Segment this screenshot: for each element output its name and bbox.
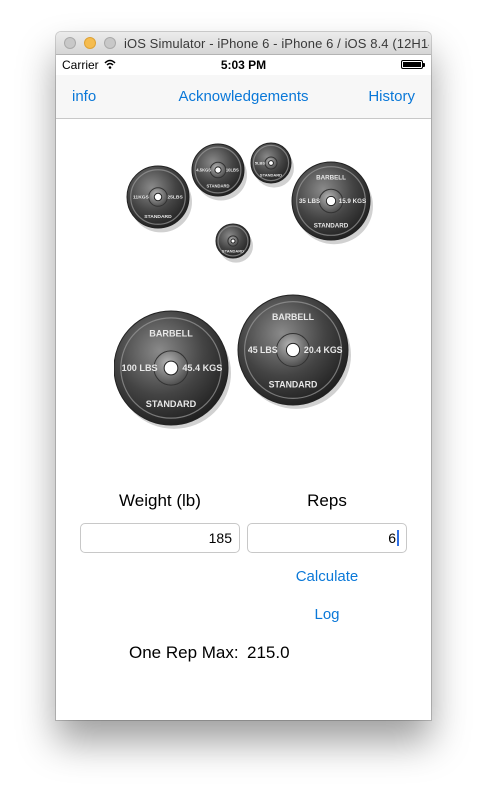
reps-input-value: 6	[388, 530, 396, 546]
svg-text:10LBS: 10LBS	[226, 167, 239, 172]
weight-plates-image: 11KGS 25LBS STANDARD 4.5KGS 10LBS STANDARD 5LB…	[113, 119, 380, 475]
svg-text:STANDARD: STANDARD	[269, 379, 318, 389]
close-window-button[interactable]	[64, 37, 76, 49]
log-button[interactable]: Log	[247, 606, 407, 623]
navigation-bar: info Acknowledgements History	[56, 75, 431, 119]
calculate-button[interactable]: Calculate	[247, 568, 407, 585]
svg-text:STANDARD: STANDARD	[146, 399, 197, 409]
text-cursor	[397, 530, 399, 546]
history-button[interactable]: History	[368, 88, 415, 105]
weight-plate: STANDARD	[215, 223, 253, 263]
one-rep-max-label: One Rep Max:	[129, 643, 239, 662]
svg-text:100 LBS: 100 LBS	[122, 363, 158, 373]
reps-input[interactable]: 6	[247, 523, 407, 553]
weight-plate: 11KGS 25LBS STANDARD	[126, 165, 192, 233]
svg-text:STANDARD: STANDARD	[260, 173, 282, 178]
svg-text:BARBELL: BARBELL	[316, 175, 346, 182]
weight-input[interactable]: 185	[80, 523, 240, 553]
svg-text:25LBS: 25LBS	[167, 195, 183, 201]
weight-input-value: 185	[208, 530, 232, 546]
svg-text:45.4 KGS: 45.4 KGS	[182, 363, 222, 373]
svg-text:BARBELL: BARBELL	[149, 329, 193, 339]
status-time: 5:03 PM	[220, 58, 267, 72]
weight-plates-svg: 11KGS 25LBSSTANDARD4.5KGS 10LBSSTANDARD5LB…	[113, 142, 373, 429]
svg-text:4.5KGS: 4.5KGS	[196, 167, 211, 172]
weight-label: Weight (lb)	[119, 491, 201, 510]
window-titlebar: iOS Simulator - iPhone 6 - iPhone 6 / iO…	[56, 32, 431, 55]
svg-text:11KGS: 11KGS	[133, 195, 150, 201]
status-bar: Carrier 5:03 PM	[56, 55, 431, 75]
weight-plate: 5LBS STANDARD	[250, 142, 294, 188]
weight-plate: BARBELL 100 LBS 45.4 KGS STANDARD	[113, 310, 231, 429]
simulator-window: iOS Simulator - iPhone 6 - iPhone 6 / iO…	[56, 32, 431, 720]
svg-text:STANDARD: STANDARD	[314, 223, 349, 230]
svg-text:20.4 KGS: 20.4 KGS	[304, 345, 343, 355]
weight-plate: 4.5KGS 10LBS STANDARD	[191, 143, 247, 201]
svg-text:5LBS: 5LBS	[255, 160, 266, 165]
reps-label: Reps	[307, 491, 347, 510]
svg-text:BARBELL: BARBELL	[272, 312, 315, 322]
svg-text:STANDARD: STANDARD	[222, 249, 244, 254]
weight-plate: BARBELL 45 LBS 20.4 KGS STANDARD	[237, 294, 351, 409]
battery-tip	[423, 63, 425, 67]
svg-text:15.9 KGS: 15.9 KGS	[339, 198, 366, 205]
svg-text:STANDARD: STANDARD	[144, 214, 172, 220]
minimize-window-button[interactable]	[84, 37, 96, 49]
svg-text:35 LBS: 35 LBS	[299, 198, 320, 205]
battery-icon	[401, 60, 425, 69]
one-rep-max-value: 215.0	[247, 643, 290, 662]
battery-fill	[403, 62, 421, 67]
zoom-window-button[interactable]	[104, 37, 116, 49]
svg-text:STANDARD: STANDARD	[206, 184, 229, 189]
weight-plate: BARBELL 35 LBS 15.9 KGS STANDARD	[291, 161, 373, 245]
window-title: iOS Simulator - iPhone 6 - iPhone 6 / iO…	[124, 36, 429, 51]
phone-screen: Carrier 5:03 PM info Acknowledgements Hi…	[56, 55, 431, 720]
svg-text:45 LBS: 45 LBS	[248, 345, 278, 355]
